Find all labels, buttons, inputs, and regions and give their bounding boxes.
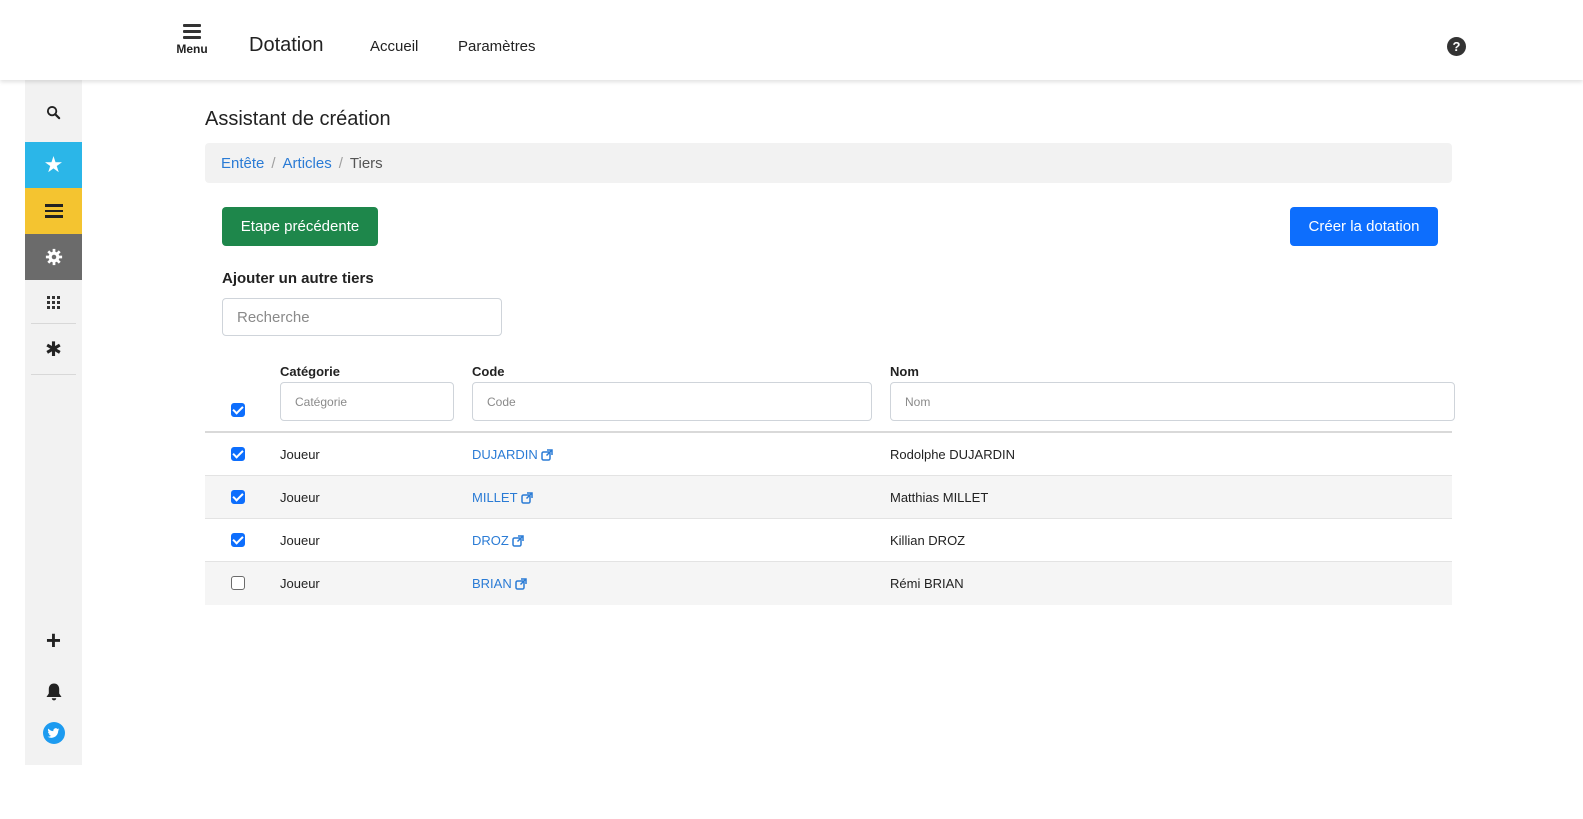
sidebar-item-favorites[interactable]: ★ (25, 142, 82, 188)
previous-step-button[interactable]: Etape précédente (222, 207, 378, 246)
page-title: Assistant de création (205, 108, 391, 130)
table-row[interactable]: Joueur BRIAN Rémi BRIAN (205, 562, 1452, 605)
add-tiers-label: Ajouter un autre tiers (222, 270, 374, 287)
cell-categorie: Joueur (280, 490, 320, 505)
cell-nom: Rémi BRIAN (890, 576, 964, 591)
column-header-nom: Nom (890, 364, 919, 379)
breadcrumb-articles[interactable]: Articles (283, 155, 332, 172)
sidebar: ★ ✱ + (25, 80, 82, 765)
sidebar-item-search[interactable] (25, 92, 82, 132)
cell-nom: Killian DROZ (890, 533, 966, 548)
cell-nom: Rodolphe DUJARDIN (890, 447, 1015, 462)
sidebar-item-notifications[interactable] (25, 670, 82, 714)
table-row[interactable]: Joueur DUJARDIN Rodolphe DUJARDIN (205, 433, 1452, 476)
breadcrumb: Entête / Articles / Tiers (205, 143, 1452, 183)
cell-code-link[interactable]: MILLET (472, 490, 533, 505)
column-header-code: Code (472, 364, 505, 379)
sidebar-item-asterisk[interactable]: ✱ (25, 325, 82, 373)
gear-icon (45, 248, 62, 266)
cell-nom: Matthias MILLET (890, 490, 989, 505)
filter-categorie-input[interactable] (280, 382, 454, 421)
hamburger-icon (183, 24, 201, 39)
external-link-icon (514, 577, 527, 590)
grid-icon (47, 295, 60, 309)
row-checkbox[interactable] (231, 533, 245, 547)
cell-categorie: Joueur (280, 447, 320, 462)
breadcrumb-separator: / (338, 154, 343, 172)
code-text: DROZ (472, 533, 509, 548)
twitter-icon (42, 722, 65, 744)
sidebar-item-add[interactable]: + (25, 618, 82, 662)
cell-code-link[interactable]: BRIAN (472, 576, 527, 591)
table-row[interactable]: Joueur MILLET Matthias MILLET (205, 476, 1452, 519)
star-icon: ★ (43, 152, 64, 177)
menu-label: Menu (176, 41, 208, 56)
code-text: BRIAN (472, 576, 512, 591)
column-header-categorie: Catégorie (280, 364, 340, 379)
sidebar-divider (31, 323, 76, 324)
sidebar-item-twitter[interactable] (25, 715, 82, 751)
row-checkbox[interactable] (231, 447, 245, 461)
sidebar-item-list[interactable] (25, 188, 82, 234)
cell-categorie: Joueur (280, 533, 320, 548)
code-text: DUJARDIN (472, 447, 538, 462)
select-all-checkbox[interactable] (231, 403, 245, 417)
filter-code-input[interactable] (472, 382, 872, 421)
sidebar-item-apps[interactable] (25, 280, 82, 324)
help-icon[interactable]: ? (1447, 37, 1466, 56)
bell-icon (46, 683, 61, 701)
row-checkbox[interactable] (231, 490, 245, 504)
nav-parametres[interactable]: Paramètres (458, 38, 536, 55)
external-link-icon (540, 448, 553, 461)
top-bar: Menu Dotation Accueil Paramètres ? (0, 0, 1583, 80)
code-text: MILLET (472, 490, 518, 505)
app-title: Dotation (249, 34, 324, 56)
breadcrumb-entete[interactable]: Entête (221, 155, 264, 172)
list-icon (44, 201, 63, 221)
menu-button[interactable]: Menu (170, 24, 214, 56)
cell-categorie: Joueur (280, 576, 320, 591)
table-row[interactable]: Joueur DROZ Killian DROZ (205, 519, 1452, 562)
nav-accueil[interactable]: Accueil (370, 38, 418, 55)
create-dotation-button[interactable]: Créer la dotation (1290, 207, 1438, 246)
asterisk-icon: ✱ (45, 338, 62, 361)
row-checkbox[interactable] (231, 576, 245, 590)
search-icon (46, 105, 61, 119)
breadcrumb-tiers: Tiers (349, 154, 383, 172)
cell-code-link[interactable]: DUJARDIN (472, 447, 553, 462)
search-input[interactable] (222, 298, 502, 336)
cell-code-link[interactable]: DROZ (472, 533, 524, 548)
plus-icon: + (45, 624, 62, 655)
breadcrumb-separator: / (271, 154, 276, 172)
sidebar-item-settings[interactable] (25, 234, 82, 280)
sidebar-divider (31, 374, 76, 375)
external-link-icon (520, 491, 533, 504)
external-link-icon (512, 534, 524, 547)
filter-nom-input[interactable] (890, 382, 1455, 421)
